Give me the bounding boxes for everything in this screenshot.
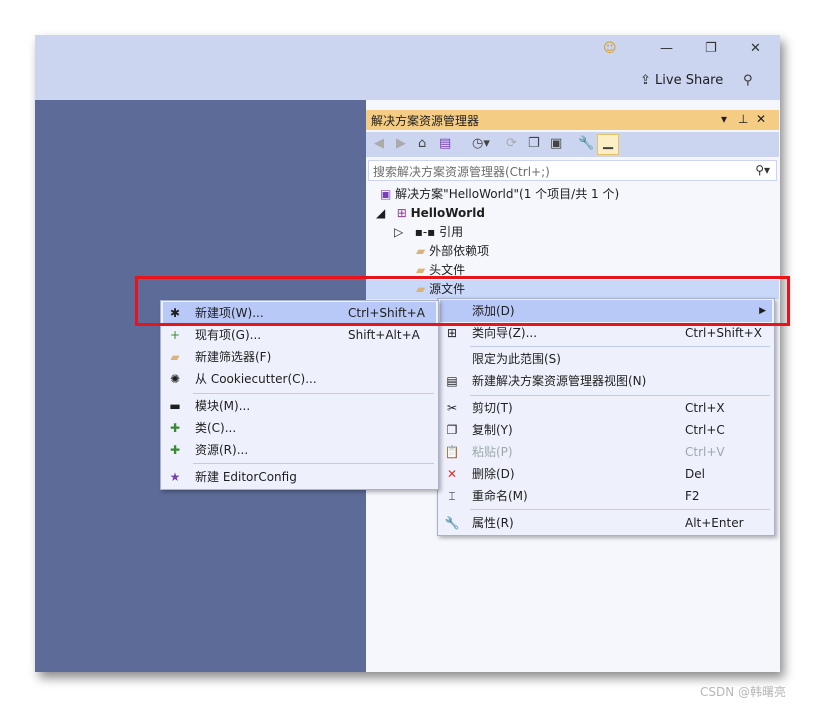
submenu-item-editorconfig[interactable]: ★ 新建 EditorConfig [163,466,436,488]
expanded-icon: ◢ [376,206,386,220]
tree-solution[interactable]: ▣ 解决方案"HelloWorld"(1 个项目/共 1 个) [366,185,779,204]
minimize-button[interactable]: — [660,41,673,56]
tree-header-files[interactable]: ▰ 头文件 [366,261,779,280]
show-all-files-icon[interactable]: ▣ [550,136,562,151]
paste-icon: 📋 [444,445,460,459]
watermark: CSDN @韩曙亮 [700,685,787,699]
pin-feedback-icon[interactable]: ⚲ [743,73,753,88]
submenu-item-new-filter[interactable]: ▰ 新建筛选器(F) [163,346,436,368]
project-icon: ⊞ [396,206,407,220]
rename-icon: ⌶ [448,489,456,503]
forward-icon[interactable]: ▶ [396,136,406,151]
cookiecutter-icon: ✺ [169,372,181,386]
wrench-icon: 🔧 [444,516,460,530]
tree-external-deps[interactable]: ▰ 外部依赖项 [366,242,779,261]
panel-title: 解决方案资源管理器 [371,114,480,128]
menu-item-cut[interactable]: ✂ 剪切(T) Ctrl+X [440,397,772,419]
menu-item-class-wizard[interactable]: ⊞ 类向导(Z)... Ctrl+Shift+X [440,322,772,344]
sync-icon[interactable]: ⟳ [506,136,517,151]
separator [470,346,770,347]
solution-icon: ▣ [380,187,392,201]
submenu-item-new-item[interactable]: ✱ 新建项(W)... Ctrl+Shift+A [163,302,436,324]
toolbar: ◀ ▶ ⌂ ▤ ◷▾ ⟳ ❐ ▣ 🔧 ▁ [366,132,779,157]
submenu-item-class[interactable]: ✚ 类(C)... [163,417,436,439]
references-icon: ▪-▪ [414,225,436,239]
title-bar: ☺ — ❐ ✕ ⇪ Live Share ⚲ [35,35,780,100]
context-menu: 添加(D) ▶ ⊞ 类向导(Z)... Ctrl+Shift+X 限定为此范围(S) … [437,298,775,536]
pin-icon[interactable]: ⊥ [738,112,748,126]
collapsed-icon: ▷ [394,225,404,239]
switch-views-icon[interactable]: ▤ [439,136,451,151]
menu-item-add[interactable]: 添加(D) ▶ [440,300,772,322]
restore-button[interactable]: ❐ [705,41,717,56]
submenu-item-existing-item[interactable]: + 现有项(G)... Shift+Alt+A [163,324,436,346]
class-wizard-icon: ⊞ [446,326,458,340]
menu-item-new-view[interactable]: ▤ 新建解决方案资源管理器视图(N) [440,370,772,392]
new-item-icon: ✱ [169,306,181,320]
preview-toggle-icon[interactable]: ▁ [597,134,619,155]
filter-folder-icon: ▰ [416,263,426,277]
menu-item-delete[interactable]: ✕ 删除(D) Del [440,463,772,485]
add-resource-icon: ✚ [169,443,181,457]
add-class-icon: ✚ [169,421,181,435]
separator [193,393,434,394]
feedback-smiley-icon[interactable]: ☺ [603,41,617,56]
module-icon: ▬ [169,399,181,413]
add-existing-icon: + [169,328,181,342]
scissors-icon: ✂ [446,401,458,415]
pending-changes-icon[interactable]: ◷▾ [472,136,490,151]
new-view-icon: ▤ [446,374,458,388]
tree-source-files[interactable]: ▰ 源文件 [366,280,779,299]
submenu-item-resource[interactable]: ✚ 资源(R)... [163,439,436,461]
menu-item-paste[interactable]: 📋 粘贴(P) Ctrl+V [440,441,772,463]
back-icon[interactable]: ◀ [374,136,384,151]
submenu-item-cookiecutter[interactable]: ✺ 从 Cookiecutter(C)... [163,368,436,390]
menu-item-scope[interactable]: 限定为此范围(S) [440,348,772,370]
live-share-button[interactable]: ⇪ Live Share [640,73,723,88]
menu-item-copy[interactable]: ❐ 复制(Y) Ctrl+C [440,419,772,441]
home-icon[interactable]: ⌂ [418,136,426,151]
dropdown-icon[interactable]: ▾ [721,112,727,126]
editorconfig-file-icon: ★ [169,470,181,484]
search-input[interactable]: 搜索解决方案资源管理器(Ctrl+;) ⚲▾ [368,160,777,181]
share-icon: ⇪ [640,73,651,88]
menu-item-rename[interactable]: ⌶ 重命名(M) F2 [440,485,772,507]
properties-wrench-icon[interactable]: 🔧 [578,136,594,151]
copy-icon: ❐ [446,423,458,437]
submenu-item-module[interactable]: ▬ 模块(M)... [163,395,436,417]
search-icon[interactable]: ⚲▾ [755,163,770,177]
tree-references[interactable]: ▷ ▪-▪ 引用 [366,223,779,242]
close-icon[interactable]: ✕ [756,112,766,126]
panel-header: 解决方案资源管理器 ▾ ⊥ ✕ [366,110,779,130]
folder-icon: ▰ [416,244,426,258]
separator [193,463,434,464]
delete-x-icon: ✕ [446,467,458,481]
new-folder-icon: ▰ [170,350,180,364]
separator [470,509,770,510]
collapse-all-icon[interactable]: ❐ [528,136,540,151]
add-submenu: ✱ 新建项(W)... Ctrl+Shift+A + 现有项(G)... Shift+A… [160,300,439,490]
tree-project[interactable]: ◢ ⊞ HelloWorld [366,204,779,223]
separator [470,395,770,396]
filter-folder-icon: ▰ [416,282,426,296]
menu-item-properties[interactable]: 🔧 属性(R) Alt+Enter [440,512,772,534]
close-button[interactable]: ✕ [750,41,761,56]
submenu-arrow-icon: ▶ [759,306,766,316]
